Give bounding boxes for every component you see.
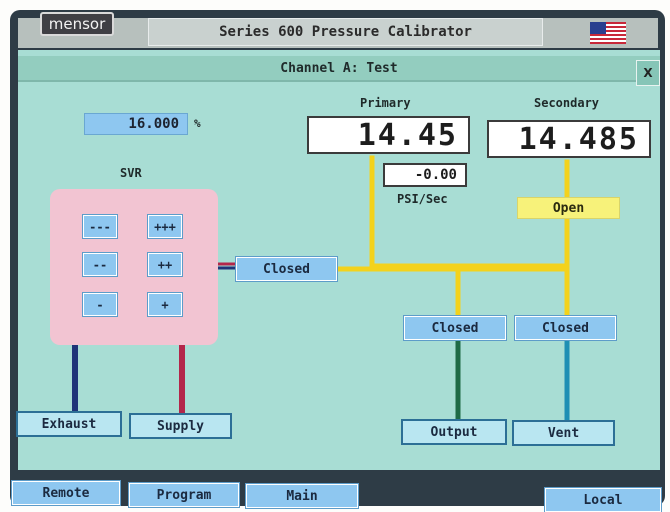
remote-button[interactable]: Remote [11, 480, 121, 506]
svr-fast-decrease-button[interactable]: --- [82, 214, 118, 239]
rate-unit: PSI/Sec [397, 192, 448, 206]
svr-fast-increase-button[interactable]: +++ [147, 214, 183, 239]
percent-unit: % [194, 117, 201, 130]
primary-pressure-display[interactable]: 14.45 [307, 116, 470, 154]
supply-port: Supply [129, 413, 232, 439]
svr-valve-button[interactable]: Closed [235, 256, 338, 282]
calibrator-screen: mensor Series 600 Pressure Calibrator Ch… [0, 0, 670, 512]
secondary-pressure-display[interactable]: 14.485 [487, 120, 651, 158]
primary-label: Primary [360, 96, 411, 110]
exhaust-port: Exhaust [16, 411, 122, 437]
vent-valve-button[interactable]: Closed [514, 315, 617, 341]
local-button[interactable]: Local [544, 487, 662, 512]
secondary-label: Secondary [534, 96, 600, 110]
svr-label: SVR [120, 166, 142, 180]
percent-value[interactable]: 16.000 [84, 113, 188, 135]
output-valve-button[interactable]: Closed [403, 315, 507, 341]
svr-slow-decrease-button[interactable]: - [82, 292, 118, 317]
vent-port: Vent [512, 420, 615, 446]
svr-medium-increase-button[interactable]: ++ [147, 252, 183, 277]
svr-panel [50, 189, 218, 345]
svr-medium-decrease-button[interactable]: -- [82, 252, 118, 277]
program-button[interactable]: Program [128, 482, 240, 508]
secondary-valve-button[interactable]: Open [517, 197, 620, 219]
svr-slow-increase-button[interactable]: + [147, 292, 183, 317]
rate-display[interactable]: -0.00 [383, 163, 467, 187]
output-port: Output [401, 419, 507, 445]
main-button[interactable]: Main [245, 483, 359, 509]
